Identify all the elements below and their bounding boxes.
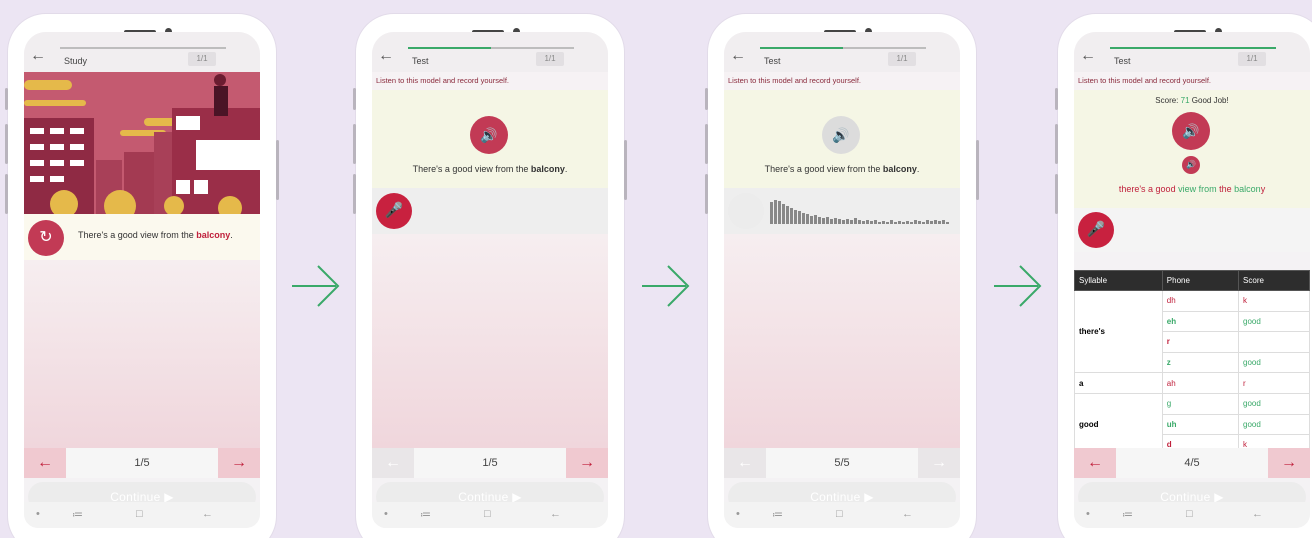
speaker-icon[interactable]: 🔊 — [470, 116, 508, 154]
home-icon[interactable]: □ — [136, 508, 143, 520]
record-bar: 🎤 — [1074, 208, 1310, 252]
back-arrow-icon[interactable]: ← — [1080, 48, 1096, 64]
record-bar — [724, 188, 960, 234]
microphone-icon[interactable] — [728, 193, 764, 229]
arrow-left-icon[interactable]: ← — [724, 448, 766, 478]
instruction-text: Listen to this model and record yourself… — [1074, 72, 1310, 90]
phone-test-record: ← Test 1/1 Listen to this model and reco… — [353, 14, 627, 538]
colored-sentence: there's a good view from the balcony — [1118, 184, 1266, 194]
pager: ← 5/5 → — [724, 448, 960, 478]
progress-bar — [1110, 47, 1276, 49]
back-icon[interactable]: ← — [1252, 508, 1263, 520]
progress-bar — [408, 47, 491, 49]
top-bar: ← Study 1/1 — [24, 32, 260, 72]
screen-title: Test — [412, 56, 429, 66]
system-nav-bar: • ≔ □ ← — [24, 502, 260, 528]
item-count: 1/1 — [888, 52, 916, 66]
page-indicator: 1/5 — [414, 448, 566, 478]
study-illustration — [24, 72, 260, 214]
screen: ← Test 1/1 Listen to this model and reco… — [724, 32, 960, 528]
score-table: Syllable Phone Score there's dh k eh good r z… — [1074, 270, 1310, 456]
speaker-icon[interactable]: 🔊 — [1172, 112, 1210, 150]
home-icon[interactable]: □ — [484, 508, 491, 520]
flow-arrow-icon — [642, 265, 690, 307]
home-icon[interactable]: □ — [1186, 508, 1193, 520]
table-row: good g good — [1074, 392, 1310, 456]
sentence-text: There's a good view from the balcony. — [412, 164, 568, 174]
arrow-right-icon[interactable]: → — [918, 448, 960, 478]
arrow-right-icon[interactable]: → — [1268, 448, 1310, 478]
back-icon[interactable]: ← — [550, 508, 561, 520]
flow-arrow-icon — [994, 265, 1042, 307]
back-icon[interactable]: ← — [202, 508, 213, 520]
phone-test-waveform: ← Test 1/1 Listen to this model and reco… — [705, 14, 979, 538]
phone-test-score: ← Test 1/1 Listen to this model and reco… — [1055, 14, 1312, 538]
pager: ← 4/5 → — [1074, 448, 1310, 478]
sentence-card: ↻ There's a good view from the balcony. — [24, 214, 260, 260]
arrow-left-icon[interactable]: ← — [24, 448, 66, 478]
table-header: Syllable Phone Score — [1074, 270, 1310, 291]
microphone-icon[interactable]: 🎤 — [376, 193, 412, 229]
page-indicator: 4/5 — [1116, 448, 1268, 478]
top-bar: ← Test 1/1 — [372, 32, 608, 72]
back-arrow-icon[interactable]: ← — [730, 48, 746, 64]
top-bar: ← Test 1/1 — [1074, 32, 1310, 72]
back-icon[interactable]: ← — [902, 508, 913, 520]
instruction-text: Listen to this model and record yourself… — [724, 72, 960, 90]
progress-bar — [760, 47, 843, 49]
arrow-left-icon[interactable]: ← — [1074, 448, 1116, 478]
content-area — [24, 260, 260, 448]
back-arrow-icon[interactable]: ← — [378, 48, 394, 64]
arrow-right-icon[interactable]: → — [566, 448, 608, 478]
screen-title: Test — [764, 56, 781, 66]
progress-track — [60, 47, 226, 49]
sentence-text: There's a good view from the balcony. — [764, 164, 920, 174]
home-icon[interactable]: □ — [836, 508, 843, 520]
page-indicator: 1/5 — [66, 448, 218, 478]
screen: ← Test 1/1 Listen to this model and reco… — [372, 32, 608, 528]
screen: ← Test 1/1 Listen to this model and reco… — [1074, 32, 1310, 528]
flow-arrow-icon — [292, 265, 340, 307]
score-card: Score: 71 Good Job! 🔊 🔊 there's a good v… — [1074, 90, 1310, 208]
item-count: 1/1 — [188, 52, 216, 66]
table-row: there's dh k — [1074, 289, 1310, 374]
item-count: 1/1 — [1238, 52, 1266, 66]
replay-icon[interactable]: ↻ — [28, 220, 64, 256]
item-count: 1/1 — [536, 52, 564, 66]
recent-apps-icon[interactable]: ≔ — [1122, 508, 1133, 521]
instruction-text: Listen to this model and record yourself… — [372, 72, 608, 90]
back-arrow-icon[interactable]: ← — [30, 48, 46, 64]
microphone-icon[interactable]: 🎤 — [1078, 212, 1114, 248]
recent-apps-icon[interactable]: ≔ — [772, 508, 783, 521]
recent-apps-icon[interactable]: ≔ — [420, 508, 431, 521]
screen-title: Study — [64, 56, 88, 66]
pager: ← 1/5 → — [24, 448, 260, 478]
phone-study: ← Study 1/1 ↻ There's a good view from t… — [5, 14, 279, 538]
small-speaker-icon[interactable]: 🔊 — [1182, 156, 1200, 174]
speaker-icon[interactable]: 🔊 — [822, 116, 860, 154]
table-row: a ah r — [1074, 372, 1310, 394]
record-bar: 🎤 — [372, 188, 608, 234]
sentence-text: There's a good view from the balcony. — [78, 230, 233, 240]
system-nav-bar: • ≔ □ ← — [1074, 502, 1310, 528]
system-nav-bar: • ≔ □ ← — [372, 502, 608, 528]
screen: ← Study 1/1 ↻ There's a good view from t… — [24, 32, 260, 528]
top-bar: ← Test 1/1 — [724, 32, 960, 72]
model-audio-card: 🔊 There's a good view from the balcony. — [372, 90, 608, 188]
page-indicator: 5/5 — [766, 448, 918, 478]
arrow-right-icon[interactable]: → — [218, 448, 260, 478]
recent-apps-icon[interactable]: ≔ — [72, 508, 83, 521]
arrow-left-icon[interactable]: ← — [372, 448, 414, 478]
screen-title: Test — [1114, 56, 1131, 66]
system-nav-bar: • ≔ □ ← — [724, 502, 960, 528]
score-line: Score: 71 Good Job! — [1155, 96, 1229, 105]
waveform — [770, 200, 949, 224]
model-audio-card: 🔊 There's a good view from the balcony. — [724, 90, 960, 188]
pager: ← 1/5 → — [372, 448, 608, 478]
